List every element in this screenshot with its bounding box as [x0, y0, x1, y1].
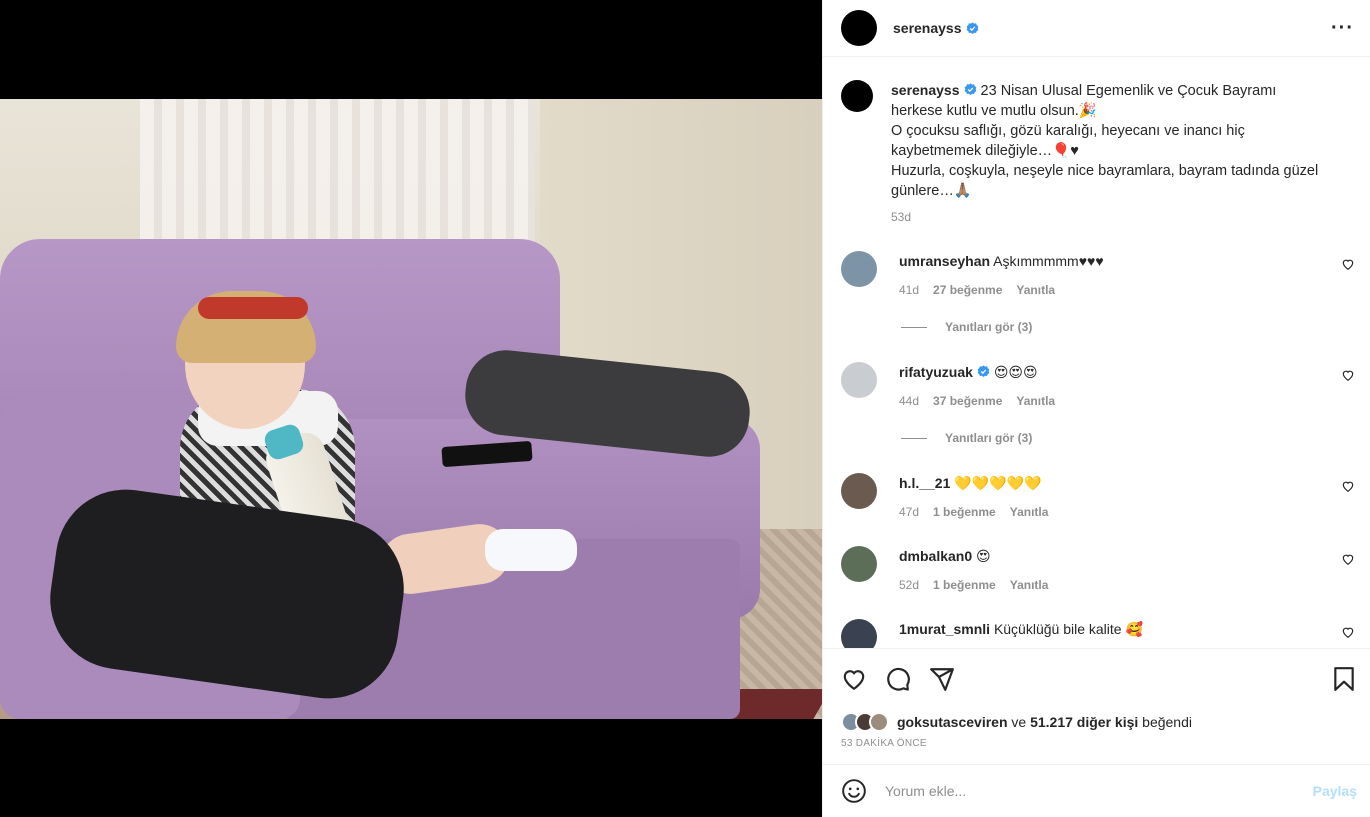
first-liker[interactable]: goksutasceviren: [897, 714, 1008, 730]
post-header: serenayss ···: [823, 0, 1370, 57]
comment-time[interactable]: 41d: [899, 283, 919, 297]
comment-likes[interactable]: 1 beğenme: [933, 505, 996, 519]
comment-heart-icon[interactable]: [1341, 479, 1355, 493]
comments-scroll[interactable]: serenayss 23 Nisan Ulusal Egemenlik ve Ç…: [823, 58, 1370, 648]
liker-avatar[interactable]: [869, 712, 889, 732]
caption-line: kaybetmemek dileğiyle…🎈♥: [891, 143, 1079, 159]
view-replies[interactable]: Yanıtları gör (3): [901, 320, 1032, 334]
comment-heart-icon[interactable]: [1341, 257, 1355, 271]
reply-button[interactable]: Yanıtla: [1016, 283, 1055, 297]
comment-text: Küçüklüğü bile kalite 🥰: [993, 621, 1143, 637]
comment-time[interactable]: 44d: [899, 394, 919, 408]
comment-text: 😍: [976, 548, 991, 564]
commenter-username[interactable]: h.l.__21: [899, 475, 950, 491]
post-photo[interactable]: [0, 99, 822, 719]
author-avatar[interactable]: [841, 10, 877, 46]
comment-likes[interactable]: 1 beğenme: [933, 578, 996, 592]
reply-button[interactable]: Yanıtla: [1010, 505, 1049, 519]
comment-heart-icon[interactable]: [1341, 552, 1355, 566]
comment-item: 1murat_smnli Küçüklüğü bile kalite 🥰: [823, 619, 1370, 648]
comment-item: h.l.__21 💛💛💛💛💛 47d 1 beğenme Yanıtla: [823, 473, 1370, 519]
comment-heart-icon[interactable]: [1341, 368, 1355, 382]
reply-button[interactable]: Yanıtla: [1016, 394, 1055, 408]
author-username[interactable]: serenayss: [893, 20, 962, 36]
more-options-icon[interactable]: ···: [1331, 17, 1354, 40]
commenter-avatar[interactable]: [841, 619, 877, 648]
share-icon[interactable]: [929, 666, 955, 692]
post-timestamp[interactable]: 53 DAKİKA ÖNCE: [841, 738, 927, 749]
likes-summary: goksutasceviren ve 51.217 diğer kişi beğ…: [841, 712, 1192, 732]
comment-time[interactable]: 52d: [899, 578, 919, 592]
comment-likes[interactable]: 37 beğenme: [933, 394, 1002, 408]
comment-item: rifatyuzuak 😍😍😍 44d 37 beğenme Yanıtla: [823, 362, 1370, 408]
caption: serenayss 23 Nisan Ulusal Egemenlik ve Ç…: [823, 58, 1370, 227]
commenter-username[interactable]: rifatyuzuak: [899, 364, 973, 380]
caption-line: Huzurla, coşkuyla, neşeyle nice bayramla…: [891, 163, 1319, 179]
reply-button[interactable]: Yanıtla: [1010, 578, 1049, 592]
comment-text: 😍😍😍: [993, 364, 1038, 380]
action-bar: [823, 648, 1370, 708]
commenter-username[interactable]: dmbalkan0: [899, 548, 972, 564]
comment-text: 💛💛💛💛💛: [954, 475, 1042, 491]
comment-likes[interactable]: 27 beğenme: [933, 283, 1002, 297]
verified-icon: [977, 365, 990, 378]
caption-timestamp[interactable]: 53d: [891, 207, 1341, 227]
commenter-username[interactable]: 1murat_smnli: [899, 621, 990, 637]
emoji-icon[interactable]: [841, 778, 867, 804]
commenter-avatar[interactable]: [841, 473, 877, 509]
likes-count[interactable]: 51.217 diğer kişi: [1030, 714, 1138, 730]
heart-icon[interactable]: [841, 666, 867, 692]
post-comment-button[interactable]: Paylaş: [1313, 783, 1357, 799]
media-panel: [0, 0, 822, 817]
commenter-username[interactable]: umranseyhan: [899, 253, 990, 269]
verified-icon: [966, 21, 978, 34]
caption-line: 23 Nisan Ulusal Egemenlik ve Çocuk Bayra…: [980, 83, 1277, 99]
comment-heart-icon[interactable]: [1341, 625, 1355, 639]
comment-input[interactable]: [885, 783, 1313, 799]
caption-username[interactable]: serenayss: [891, 82, 960, 98]
caption-line: günlere…🙏🏽: [891, 183, 972, 199]
caption-line: herkese kutlu ve mutlu olsun.🎉: [891, 103, 1097, 119]
comment-text: Aşkımmmmm♥♥♥: [993, 253, 1104, 269]
instagram-post-modal: serenayss ··· serenayss 23 Nisan Ulusal …: [0, 0, 1370, 817]
comment-time[interactable]: 47d: [899, 505, 919, 519]
view-replies[interactable]: Yanıtları gör (3): [901, 431, 1032, 445]
commenter-avatar[interactable]: [841, 251, 877, 287]
comment-item: umranseyhan Aşkımmmmm♥♥♥ 41d 27 beğenme Ya…: [823, 251, 1370, 297]
bookmark-icon[interactable]: [1331, 666, 1357, 692]
comment-item: dmbalkan0 😍 52d 1 beğenme Yanıtla: [823, 546, 1370, 592]
commenter-avatar[interactable]: [841, 362, 877, 398]
commenter-avatar[interactable]: [841, 546, 877, 582]
caption-line: O çocuksu saflığı, gözü karalığı, heyeca…: [891, 123, 1245, 139]
add-comment-bar: Paylaş: [823, 764, 1370, 817]
verified-icon: [964, 83, 976, 96]
comment-icon[interactable]: [885, 666, 911, 692]
caption-avatar[interactable]: [841, 80, 873, 112]
post-side-panel: serenayss ··· serenayss 23 Nisan Ulusal …: [822, 0, 1370, 817]
